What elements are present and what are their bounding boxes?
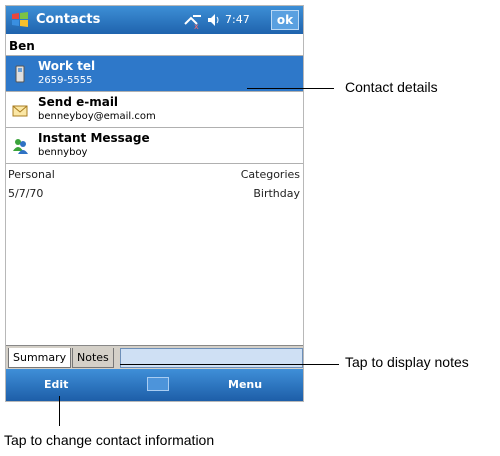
- notes-input-area[interactable]: [120, 348, 303, 368]
- contact-name: Ben: [9, 39, 35, 53]
- svg-text:x: x: [194, 22, 199, 30]
- tab-summary[interactable]: Summary: [8, 348, 72, 368]
- callout-line-notes: [120, 364, 339, 365]
- item-label: Work tel: [38, 59, 96, 73]
- item-label: Instant Message: [38, 131, 150, 145]
- contact-item-send-email[interactable]: Send e-mail benneyboy@email.com: [6, 92, 303, 127]
- tab-notes[interactable]: Notes: [72, 348, 114, 368]
- keyboard-icon[interactable]: [147, 377, 169, 391]
- birthday-label: Birthday: [253, 187, 300, 200]
- categories-label: Categories: [240, 168, 300, 181]
- tab-strip: Summary Notes: [6, 345, 303, 369]
- callout-line-edit: [59, 396, 60, 426]
- callout-line-contact-details: [247, 88, 334, 89]
- menu-bar: Edit Menu: [6, 369, 303, 401]
- item-label: Send e-mail: [38, 95, 119, 109]
- connectivity-icon[interactable]: x: [183, 12, 203, 30]
- clock-time[interactable]: 7:47: [225, 13, 250, 26]
- messenger-icon: [13, 139, 28, 154]
- contact-item-work-tel[interactable]: Work tel 2659-5555: [6, 56, 303, 91]
- contact-item-instant-message[interactable]: Instant Message bennyboy: [6, 128, 303, 163]
- edit-button[interactable]: Edit: [44, 378, 68, 391]
- menu-button[interactable]: Menu: [228, 378, 262, 391]
- app-title: Contacts: [36, 12, 101, 27]
- callout-contact-details: Contact details: [345, 79, 438, 95]
- callout-tap-change: Tap to change contact information: [4, 432, 215, 448]
- windows-flag-icon[interactable]: [10, 10, 30, 30]
- birthday-value: 5/7/70: [8, 187, 44, 200]
- title-bar: Contacts x 7:47 ok: [6, 6, 303, 34]
- divider: [6, 163, 303, 164]
- speaker-icon[interactable]: [207, 12, 221, 28]
- item-value: bennyboy: [38, 147, 88, 158]
- phone-icon: [15, 65, 25, 83]
- item-value: benneyboy@email.com: [38, 111, 156, 122]
- category-value: Personal: [8, 168, 55, 181]
- envelope-icon: [12, 105, 28, 117]
- item-value: 2659-5555: [38, 75, 93, 86]
- ok-button[interactable]: ok: [271, 10, 299, 30]
- callout-tap-notes: Tap to display notes: [345, 354, 469, 370]
- pocket-pc-screen: Contacts x 7:47 ok Ben Work tel 2659-555…: [5, 5, 304, 402]
